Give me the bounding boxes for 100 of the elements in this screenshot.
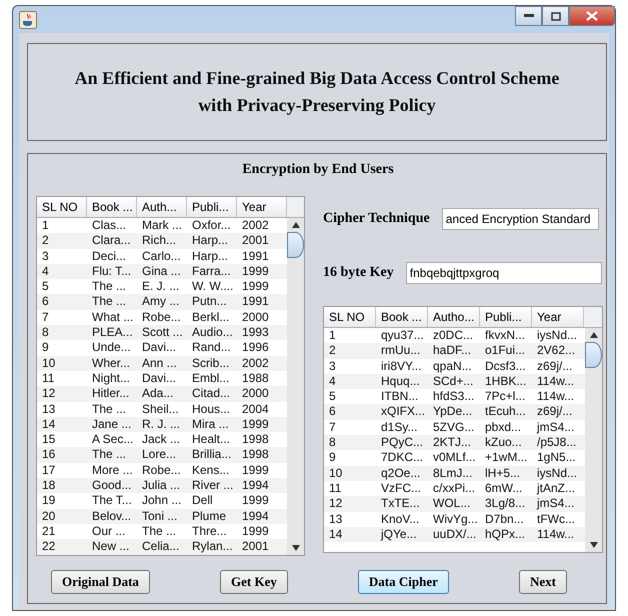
table-cell-text: 10	[41, 356, 56, 371]
table-cell-text: Davi...	[141, 370, 178, 386]
maximize-button[interactable]	[542, 6, 569, 26]
column-header[interactable]: Year	[237, 197, 287, 217]
key-field[interactable]: fnbqebqjttpxgroq	[406, 262, 602, 284]
table-cell-text: Dcsf3...	[484, 358, 527, 374]
column-header[interactable]: Auth...	[137, 197, 187, 217]
table-cell-text: The ...	[141, 524, 178, 540]
down-arrow-icon[interactable]	[292, 545, 300, 551]
table-cell-text: 1991	[241, 248, 270, 264]
field-label: Cipher Technique	[323, 211, 430, 227]
table-cell-text: 1999	[241, 416, 270, 432]
action-button[interactable]: Original Data	[51, 570, 150, 594]
column-header[interactable]: Autho...	[428, 307, 480, 327]
column-header[interactable]: Book ...	[87, 197, 137, 217]
table-cell-text: Good...	[91, 478, 132, 494]
table-cell-text: WOL...	[432, 496, 472, 512]
table-cell-text: PQyC...	[380, 435, 424, 450]
table-cell-text: Carlo...	[141, 248, 182, 264]
table-cell-text: Ada...	[141, 386, 174, 402]
table-cell-text: John ...	[141, 493, 182, 509]
column-header[interactable]: Year	[532, 307, 584, 327]
close-icon	[586, 11, 598, 21]
table-cell-text: 3	[328, 358, 337, 374]
column-header[interactable]: Publi...	[187, 197, 237, 217]
table-cell-text: More ...	[91, 462, 134, 478]
table-cell-text: 4	[328, 374, 337, 390]
table-cell-text: 10	[328, 466, 344, 481]
table-cell-text: d1Sy...	[380, 420, 418, 436]
table-cell-text: 2002	[241, 356, 270, 371]
close-button[interactable]	[569, 6, 615, 26]
column-header[interactable]: Publi...	[480, 307, 532, 327]
table-cell-text: Rich...	[141, 233, 178, 249]
table-cell-text: Audio...	[191, 325, 234, 340]
table-cell-text: c/xxPi...	[432, 480, 476, 496]
table-cell-text: 114w...	[536, 389, 576, 404]
table-cell-text: kZuo...	[484, 435, 523, 450]
table-cell-text: 2004	[241, 402, 270, 417]
table-cell-text: 1996	[241, 340, 270, 356]
table-cell-text: 20	[41, 508, 56, 524]
table-cell-text: 1993	[241, 325, 270, 340]
column-header[interactable]: SL NO	[37, 197, 87, 217]
table-cell-text: 1988	[241, 370, 270, 386]
table-cell-text: z0DC...	[432, 328, 474, 344]
table-cell-text: 2	[41, 233, 50, 249]
table-cell-text: 17	[41, 462, 56, 478]
table-cell-text: What ...	[91, 310, 134, 326]
table-cell-text: 1	[41, 218, 50, 234]
table-cell-text: Mira ...	[191, 416, 230, 432]
table-cell-text: Night...	[91, 370, 132, 386]
up-arrow-icon[interactable]	[292, 222, 300, 228]
action-button[interactable]: Next	[518, 570, 567, 594]
table-cell-text: Sheil...	[141, 402, 180, 417]
table-cell-text: 15	[41, 432, 56, 448]
scroll-thumb[interactable]	[585, 342, 602, 368]
table-cell-text: Mark ...	[141, 218, 184, 234]
table-cell-text: Our ...	[91, 524, 126, 540]
up-arrow-icon[interactable]	[590, 332, 598, 338]
table-cell-text: 1994	[241, 478, 270, 494]
column-header[interactable]: Book ...	[376, 307, 428, 327]
minimize-button[interactable]	[515, 6, 542, 26]
table-cell-text: Healt...	[191, 432, 232, 448]
scroll-thumb[interactable]	[287, 232, 304, 258]
table-cell-text: uuDX/...	[432, 526, 478, 542]
table-cell-text: New ...	[91, 539, 130, 555]
table-cell-text: Kens...	[191, 462, 230, 478]
table-cell-text: Farra...	[191, 264, 232, 280]
table-cell-text: 1991	[241, 294, 270, 310]
table-cell-text: 2V62...	[536, 343, 576, 359]
table-cell-text: 1	[328, 328, 337, 344]
action-button[interactable]: Data Cipher	[358, 570, 449, 594]
table-cell-text: 19	[41, 493, 56, 509]
table-cell-text: 1999	[241, 462, 270, 478]
table-cell-text: A Sec...	[91, 432, 134, 448]
down-arrow-icon[interactable]	[590, 542, 598, 548]
action-button[interactable]: Get Key	[220, 570, 288, 594]
table-cell-text: TxTE...	[380, 496, 421, 512]
minimize-icon	[524, 14, 534, 18]
table-cell-text: Rand...	[191, 340, 232, 356]
table-cell-text: 1gN5...	[536, 450, 577, 466]
table-cell-text: Putn...	[191, 294, 228, 310]
table-cell-text: VzFC...	[380, 480, 422, 496]
table-cell-text: tFWc...	[536, 512, 576, 527]
table-cell-text: lH+5...	[484, 466, 522, 481]
table-cell-text: 1999	[241, 493, 270, 509]
table-cell-text: fkvxN...	[484, 328, 526, 344]
table-cell-text: 8	[41, 325, 50, 340]
table-cell-text: 3Lg/8...	[484, 496, 526, 512]
column-header[interactable]: SL NO	[324, 307, 376, 327]
table-cell-text: jmS4...	[536, 420, 576, 436]
table-cell-text: 3	[41, 248, 50, 264]
table-cell-text: Belov...	[91, 508, 132, 524]
cipher-technique-field[interactable]: anced Encryption Standard	[442, 208, 599, 230]
table-cell-text: 7Pc+l...	[484, 389, 526, 404]
table-cell-text: 12	[328, 496, 344, 512]
table-cell-text: jQYe...	[380, 526, 418, 542]
table-cell-text: 8	[328, 435, 337, 450]
table-cell-text: Jack ...	[141, 432, 182, 448]
table-cell-text: PLEA...	[91, 325, 134, 340]
table-cell-text: xQIFX...	[380, 404, 426, 420]
